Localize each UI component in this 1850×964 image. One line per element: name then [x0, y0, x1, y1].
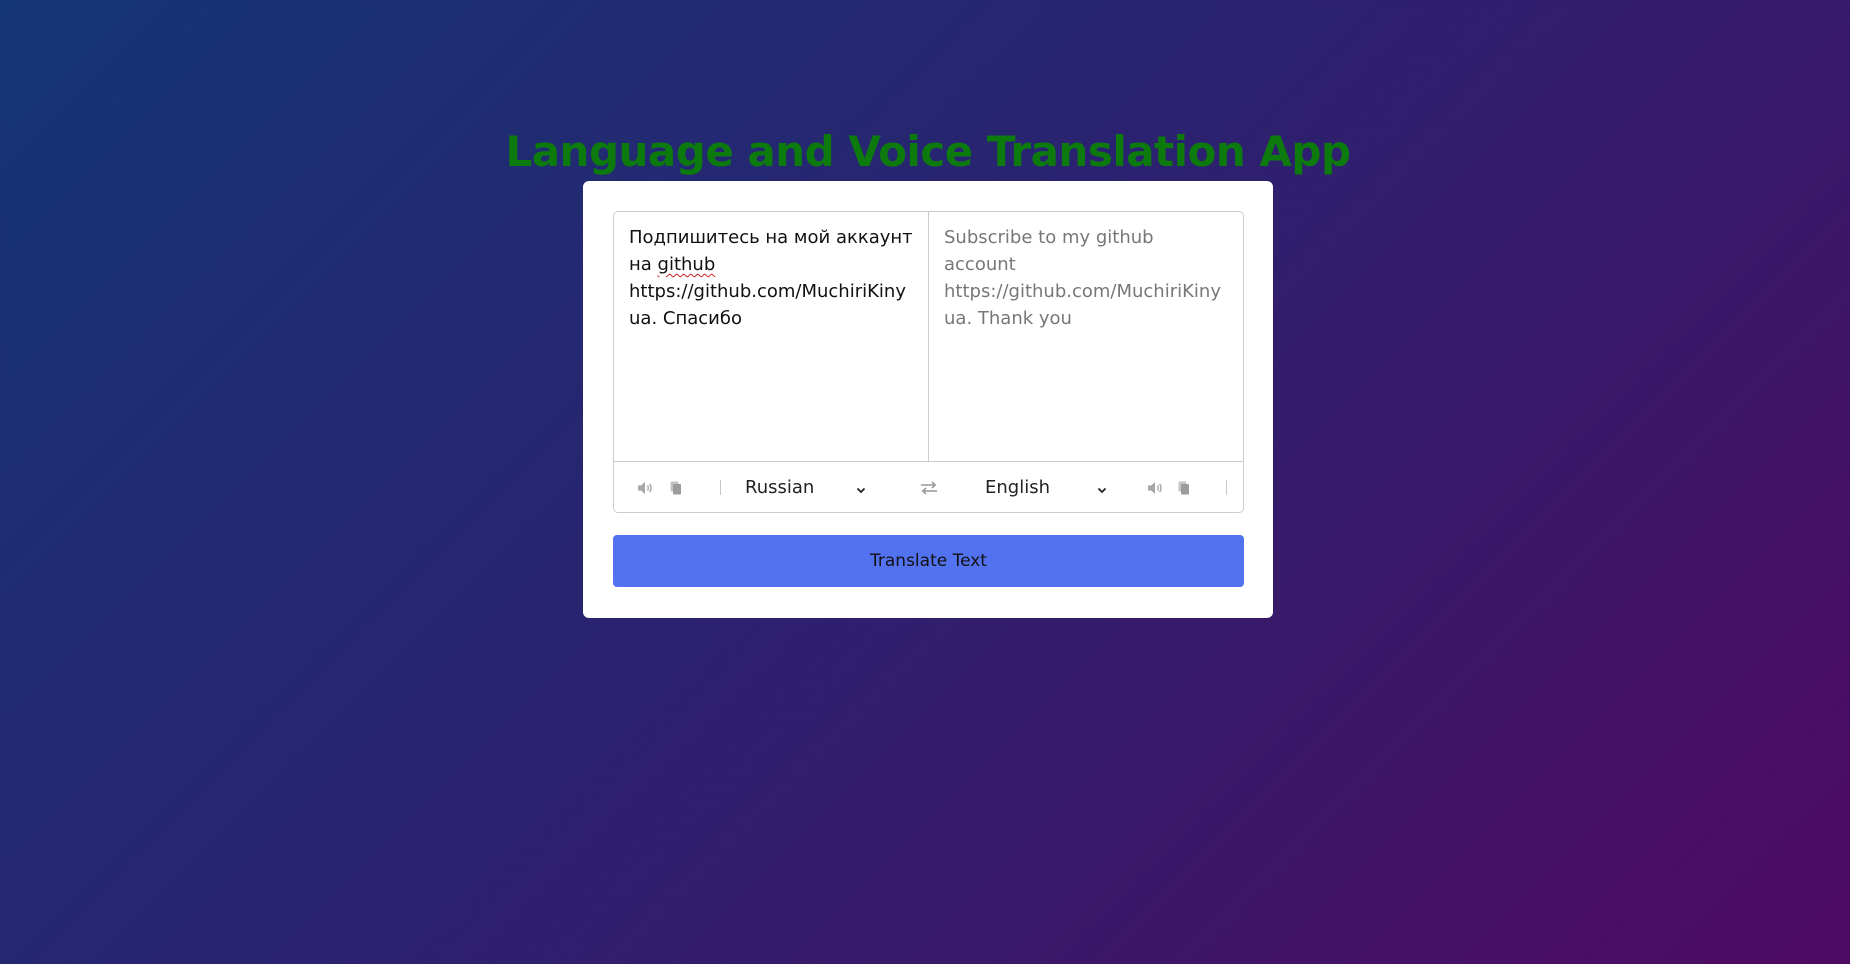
to-copy-icon[interactable]	[1174, 462, 1194, 512]
from-text-input[interactable]: Подпишитесь на мой аккаунт на github htt…	[614, 212, 929, 461]
divider	[720, 480, 721, 495]
to-language-label: English	[985, 477, 1050, 498]
from-copy-icon[interactable]	[666, 462, 686, 512]
translate-button[interactable]: Translate Text	[613, 535, 1244, 587]
text-input-container: Подпишитесь на мой аккаунт на github htt…	[613, 211, 1244, 513]
exchange-icon[interactable]	[914, 462, 944, 512]
to-speak-icon[interactable]	[1144, 462, 1166, 512]
from-language-label: Russian	[745, 477, 815, 498]
divider	[1226, 480, 1227, 495]
from-speak-icon[interactable]	[634, 462, 656, 512]
chevron-down-icon	[1096, 480, 1108, 501]
from-language-select[interactable]: Russian	[745, 462, 867, 512]
translator-card: Подпишитесь на мой аккаунт на github htt…	[583, 181, 1273, 618]
to-language-select[interactable]: English	[985, 462, 1108, 512]
chevron-down-icon	[855, 480, 867, 501]
to-text-output[interactable]: Subscribe to my github account https://g…	[929, 212, 1243, 461]
page-title: Language and Voice Translation App	[505, 127, 1351, 176]
controls-row: Russian English	[614, 461, 1243, 512]
from-text-misspelled-word: github	[657, 254, 716, 275]
